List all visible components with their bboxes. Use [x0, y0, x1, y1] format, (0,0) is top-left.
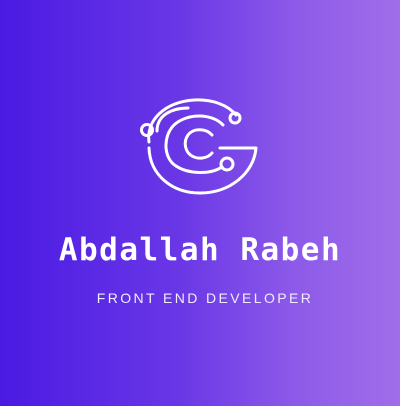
g-ring-bottom — [174, 164, 224, 174]
circuit-g-logo-icon — [132, 95, 262, 210]
logo-card: { "brand": { "name": "Abdallah Rabeh", "… — [0, 0, 400, 406]
brand-name: Abdallah Rabeh — [58, 232, 342, 268]
g-outer-arc — [147, 98, 238, 144]
g-right-node — [219, 156, 235, 172]
g-lower-arc — [147, 146, 258, 195]
g-top-node — [228, 111, 242, 125]
g-center-c — [183, 128, 214, 160]
brand-tagline: FRONT END DEVELOPER — [96, 290, 314, 306]
logo-mark — [140, 98, 258, 195]
